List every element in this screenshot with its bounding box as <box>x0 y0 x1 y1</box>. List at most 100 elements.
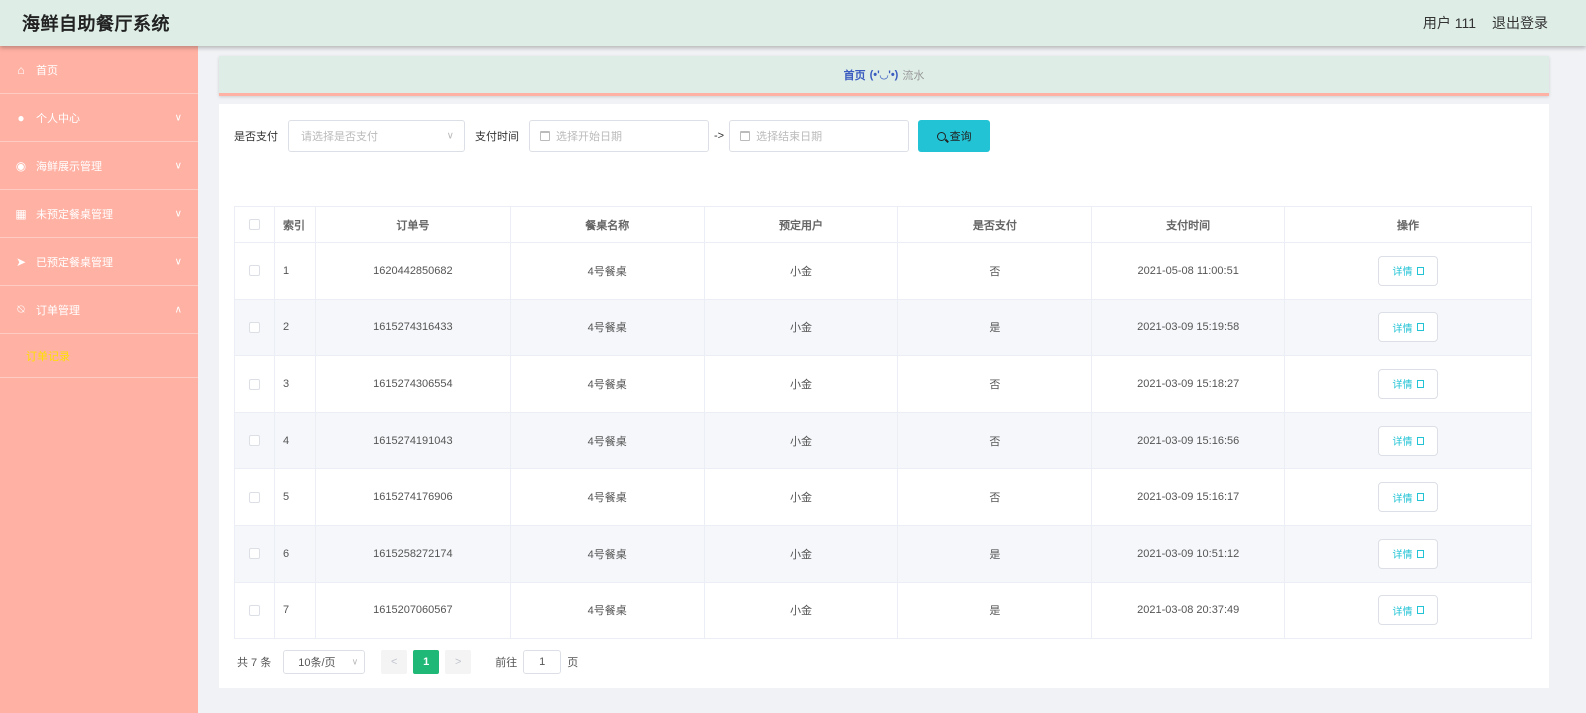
cell-index: 7 <box>273 581 316 640</box>
select-all-checkbox[interactable] <box>248 219 260 231</box>
goto-page-input[interactable]: 1 <box>523 650 562 674</box>
current-user: 用户 111 <box>1422 15 1476 31</box>
next-page-button[interactable]: > <box>445 650 472 674</box>
row-select-cell <box>234 298 275 357</box>
search-filter-bar: 是否支付 请选择是否支付 ∨ 支付时间 选择开始日期 -> 选择结束日期 查询 <box>234 120 991 152</box>
breadcrumb-separator: (•'◡'•) <box>869 69 899 81</box>
column-header-order-no: 订单号 <box>314 206 511 243</box>
cell-order-no: 1615258272174 <box>314 524 511 583</box>
row-checkbox[interactable] <box>248 491 260 503</box>
cell-index: 5 <box>273 468 316 526</box>
cell-order-no: 1615207060567 <box>314 581 511 640</box>
start-date-picker[interactable]: 选择开始日期 <box>529 120 709 152</box>
cell-paid: 否 <box>897 355 1093 413</box>
calendar-icon <box>540 131 550 141</box>
sidebar-item-orders[interactable]: ⍉ 订单管理 ∧ <box>0 286 198 334</box>
table-row: 7 1615207060567 4号餐桌 小金 是 2021-03-08 20:… <box>234 581 1532 640</box>
page-number-button[interactable]: 1 <box>413 650 440 674</box>
row-checkbox[interactable] <box>248 604 260 616</box>
cell-user: 小金 <box>703 411 899 470</box>
column-header-table-name: 餐桌名称 <box>509 206 705 243</box>
detail-button[interactable]: 详情 <box>1378 538 1439 569</box>
row-checkbox[interactable] <box>248 265 260 277</box>
cell-time: 2021-03-08 20:37:49 <box>1091 581 1286 640</box>
cell-order-no: 1615274176906 <box>314 468 511 526</box>
cell-order-no: 1615274316433 <box>314 298 511 357</box>
detail-button[interactable]: 详情 <box>1378 425 1439 456</box>
cell-index: 1 <box>273 242 316 300</box>
detail-button-label: 详情 <box>1392 323 1413 335</box>
sidebar-item-label: 未预定餐桌管理 <box>36 208 113 221</box>
document-icon <box>1416 323 1424 332</box>
query-button[interactable]: 查询 <box>918 120 991 152</box>
query-button-label: 查询 <box>949 131 972 143</box>
cell-table-name: 4号餐桌 <box>509 242 705 300</box>
document-icon <box>1416 379 1424 388</box>
cell-user: 小金 <box>703 298 899 357</box>
cell-paid: 是 <box>897 298 1093 357</box>
detail-button[interactable]: 详情 <box>1378 368 1439 399</box>
column-header-paid: 是否支付 <box>897 206 1093 243</box>
row-checkbox[interactable] <box>248 548 260 560</box>
page-size-select[interactable]: 10条/页 ∨ <box>283 650 366 674</box>
detail-button-label: 详情 <box>1392 550 1413 562</box>
sidebar-item-home[interactable]: ⌂ 首页 <box>0 46 198 94</box>
main-content: 是否支付 请选择是否支付 ∨ 支付时间 选择开始日期 -> 选择结束日期 查询 … <box>219 104 1549 688</box>
cell-index: 4 <box>273 411 316 470</box>
prev-page-button[interactable]: < <box>381 650 408 674</box>
table-header-row: 索引 订单号 餐桌名称 预定用户 是否支付 支付时间 操作 <box>234 206 1532 243</box>
row-select-cell <box>234 355 275 413</box>
paid-filter-label: 是否支付 <box>234 131 278 143</box>
pagination: 共 7 条 10条/页 ∨ < 1 > 前往 1 页 <box>237 650 578 674</box>
goto-label: 前往 <box>495 657 518 669</box>
top-header: 海鲜自助餐厅系统 用户 111 退出登录 <box>0 0 1586 46</box>
detail-button[interactable]: 详情 <box>1378 482 1439 513</box>
start-date-placeholder: 选择开始日期 <box>556 131 622 143</box>
detail-button[interactable]: 详情 <box>1378 595 1439 626</box>
row-select-cell <box>234 468 275 526</box>
header-user-area: 用户 111 退出登录 <box>1407 13 1548 33</box>
home-icon: ⌂ <box>17 62 25 77</box>
row-select-cell <box>234 242 275 300</box>
sidebar-item-unbooked-tables[interactable]: ▦ 未预定餐桌管理 ∨ <box>0 190 198 238</box>
sidebar-item-profile[interactable]: ● 个人中心 ∨ <box>0 94 198 142</box>
cell-action: 详情 <box>1284 298 1532 357</box>
sidebar: ⌂ 首页 ● 个人中心 ∨ ◉ 海鲜展示管理 ∨ ▦ 未预定餐桌管理 ∨ ➤ 已… <box>0 46 198 713</box>
sidebar-subitem-order-records[interactable]: 订单记录 <box>0 334 198 378</box>
cell-paid: 是 <box>897 524 1093 583</box>
sidebar-item-label: 已预定餐桌管理 <box>36 256 113 269</box>
detail-button-label: 详情 <box>1392 493 1413 505</box>
page-size-value: 10条/页 <box>298 657 336 669</box>
sidebar-item-seafood[interactable]: ◉ 海鲜展示管理 ∨ <box>0 142 198 190</box>
cell-action: 详情 <box>1284 242 1532 300</box>
row-select-cell <box>234 411 275 470</box>
cell-user: 小金 <box>703 468 899 526</box>
paid-select[interactable]: 请选择是否支付 ∨ <box>288 120 465 152</box>
document-icon <box>1416 606 1424 615</box>
cell-user: 小金 <box>703 242 899 300</box>
cell-table-name: 4号餐桌 <box>509 355 705 413</box>
sidebar-item-label: 海鲜展示管理 <box>36 160 102 173</box>
detail-button[interactable]: 详情 <box>1378 255 1439 286</box>
cell-time: 2021-05-08 11:00:51 <box>1091 242 1286 300</box>
row-checkbox[interactable] <box>248 435 260 447</box>
time-filter-label: 支付时间 <box>475 131 519 143</box>
chevron-down-icon: ∨ <box>174 208 182 219</box>
breadcrumb-home[interactable]: 首页 <box>844 67 866 83</box>
cell-time: 2021-03-09 15:18:27 <box>1091 355 1286 413</box>
pin-icon: ◉ <box>15 158 27 173</box>
detail-button-label: 详情 <box>1392 267 1413 279</box>
sidebar-item-booked-tables[interactable]: ➤ 已预定餐桌管理 ∨ <box>0 238 198 286</box>
logout-link[interactable]: 退出登录 <box>1492 13 1548 33</box>
cell-time: 2021-03-09 15:16:56 <box>1091 411 1286 470</box>
row-checkbox[interactable] <box>248 378 260 390</box>
chevron-up-icon: ∧ <box>174 304 182 315</box>
detail-button[interactable]: 详情 <box>1378 312 1439 343</box>
row-checkbox[interactable] <box>248 321 260 333</box>
sidebar-item-label: 首页 <box>36 64 58 77</box>
cell-time: 2021-03-09 15:16:17 <box>1091 468 1286 526</box>
end-date-picker[interactable]: 选择结束日期 <box>729 120 910 152</box>
cell-action: 详情 <box>1284 581 1532 640</box>
cell-order-no: 1620442850682 <box>314 242 511 300</box>
sidebar-item-label: 个人中心 <box>36 112 80 125</box>
